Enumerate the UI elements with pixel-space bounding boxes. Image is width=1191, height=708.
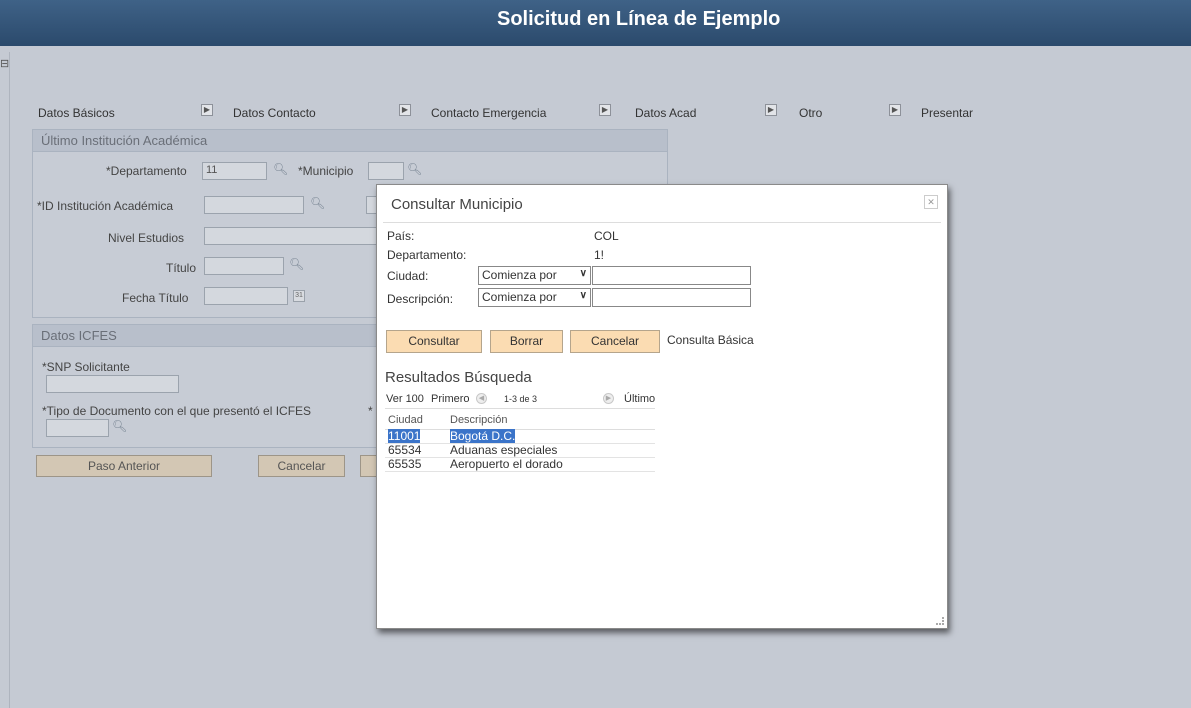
departamento-label: *Departamento [106,164,187,178]
next-arrow-icon: ▶ [765,104,777,116]
grid-header-row: Ciudad Descripción [385,413,655,430]
academic-group-title: Último Institución Académica [33,130,667,152]
basic-search-link[interactable]: Consulta Básica [667,333,754,347]
page-header: Solicitud en Línea de Ejemplo [0,0,1191,46]
municipio-label: *Municipio [298,164,354,178]
next-arrow-icon: ▶ [201,104,213,116]
search-lookup-icon[interactable]: 🔍︎ [310,196,325,210]
extra-required-label: * [368,404,373,418]
titulo-input[interactable] [204,257,284,275]
next-arrow-icon: ▶ [889,104,901,116]
dialog-separator [383,222,941,223]
view-all-link[interactable]: Ver 100 [386,393,424,405]
departamento-label: Departamento: [387,248,467,262]
tipo-documento-label: *Tipo de Documento con el que presentó e… [42,404,312,418]
tipo-documento-input[interactable] [46,419,109,437]
ciudad-operator-value: Comienza por [482,268,557,282]
nivel-estudios-select[interactable] [204,227,380,245]
consultar-button[interactable]: Consultar [386,330,482,353]
consultar-municipio-dialog: Consultar Municipio ✕ País: COL Departam… [376,184,948,629]
column-header-descripcion: Descripción [447,413,655,430]
pais-value: COL [594,229,619,243]
departamento-value: 1! [594,248,605,262]
back-button[interactable]: Paso Anterior [36,455,212,477]
last-link[interactable]: Último [624,393,655,405]
search-lookup-icon[interactable]: 🔍︎ [407,162,422,176]
table-row[interactable]: 65535 Aeropuerto el dorado [385,457,655,472]
icfes-group-title: Datos ICFES [33,325,377,347]
resize-handle[interactable] [936,617,944,625]
step-datos-basicos[interactable]: Datos Básicos [38,106,115,120]
calendar-icon[interactable]: 31 [293,290,305,302]
ciudad-input[interactable] [592,266,751,285]
municipio-input[interactable] [368,162,404,180]
ciudad-cell[interactable]: 65535 [388,457,421,471]
descripcion-operator-select[interactable]: Comienza por ∨ [478,288,591,307]
descripcion-label: Descripción: [387,292,454,306]
cancel-button[interactable]: Cancelar [258,455,345,477]
snp-label: *SNP Solicitante [42,360,130,374]
descripcion-cell[interactable]: Aeropuerto el dorado [450,457,563,471]
snp-input[interactable] [46,375,179,393]
descripcion-input[interactable] [592,288,751,307]
row-range: 1-3 de 3 [504,394,538,404]
nivel-estudios-label: Nivel Estudios [108,231,185,245]
chevron-down-icon: ∨ [579,290,587,301]
page-title: Solicitud en Línea de Ejemplo [497,8,781,30]
results-title: Resultados Búsqueda [385,369,532,386]
first-link[interactable]: Primero [431,393,470,405]
fecha-titulo-input[interactable] [204,287,288,305]
fecha-titulo-label: Fecha Título [122,291,189,305]
column-header-ciudad: Ciudad [385,413,447,430]
previous-icon[interactable]: ◀ [476,393,487,404]
next-icon[interactable]: ▶ [603,393,614,404]
close-icon[interactable]: ✕ [924,195,938,209]
collapse-tab[interactable]: ⊟ [0,52,10,708]
descripcion-cell[interactable]: Bogotá D.C. [450,428,516,443]
departamento-input[interactable]: 11 [202,162,267,180]
step-datos-contacto[interactable]: Datos Contacto [233,106,316,120]
titulo-label: Título [166,261,197,275]
search-lookup-icon[interactable]: 🔍︎ [112,419,127,433]
pais-label: País: [387,229,415,243]
ciudad-operator-select[interactable]: Comienza por ∨ [478,266,591,285]
search-lookup-icon[interactable]: 🔍︎ [273,162,288,176]
borrar-button[interactable]: Borrar [490,330,563,353]
search-lookup-icon[interactable]: 🔍︎ [289,257,304,271]
next-arrow-icon: ▶ [399,104,411,116]
descripcion-operator-value: Comienza por [482,290,557,304]
results-navigation: Ver 100 Primero ◀ 1-3 de 3 ▶ Último [385,390,655,409]
table-row[interactable]: 11001 Bogotá D.C. [385,428,655,444]
ciudad-label: Ciudad: [387,269,429,283]
next-arrow-icon: ▶ [599,104,611,116]
descripcion-cell[interactable]: Aduanas especiales [450,443,557,457]
chevron-down-icon: ∨ [579,268,587,279]
table-row[interactable]: 65534 Aduanas especiales [385,443,655,458]
step-contacto-emergencia[interactable]: Contacto Emergencia [431,106,546,120]
step-presentar[interactable]: Presentar [921,106,973,120]
institucion-input[interactable] [204,196,304,214]
results-grid: Ciudad Descripción 11001 Bogotá D.C. 655… [385,413,655,472]
cancelar-button[interactable]: Cancelar [570,330,660,353]
step-datos-acad[interactable]: Datos Acad [635,106,696,120]
step-otro[interactable]: Otro [799,106,822,120]
dialog-title: Consultar Municipio [391,196,523,213]
ciudad-cell[interactable]: 65534 [388,443,421,457]
collapse-icon[interactable]: ⊟ [0,57,9,70]
ciudad-cell[interactable]: 11001 [388,428,421,443]
institucion-label: *ID Institución Académica [37,199,174,213]
